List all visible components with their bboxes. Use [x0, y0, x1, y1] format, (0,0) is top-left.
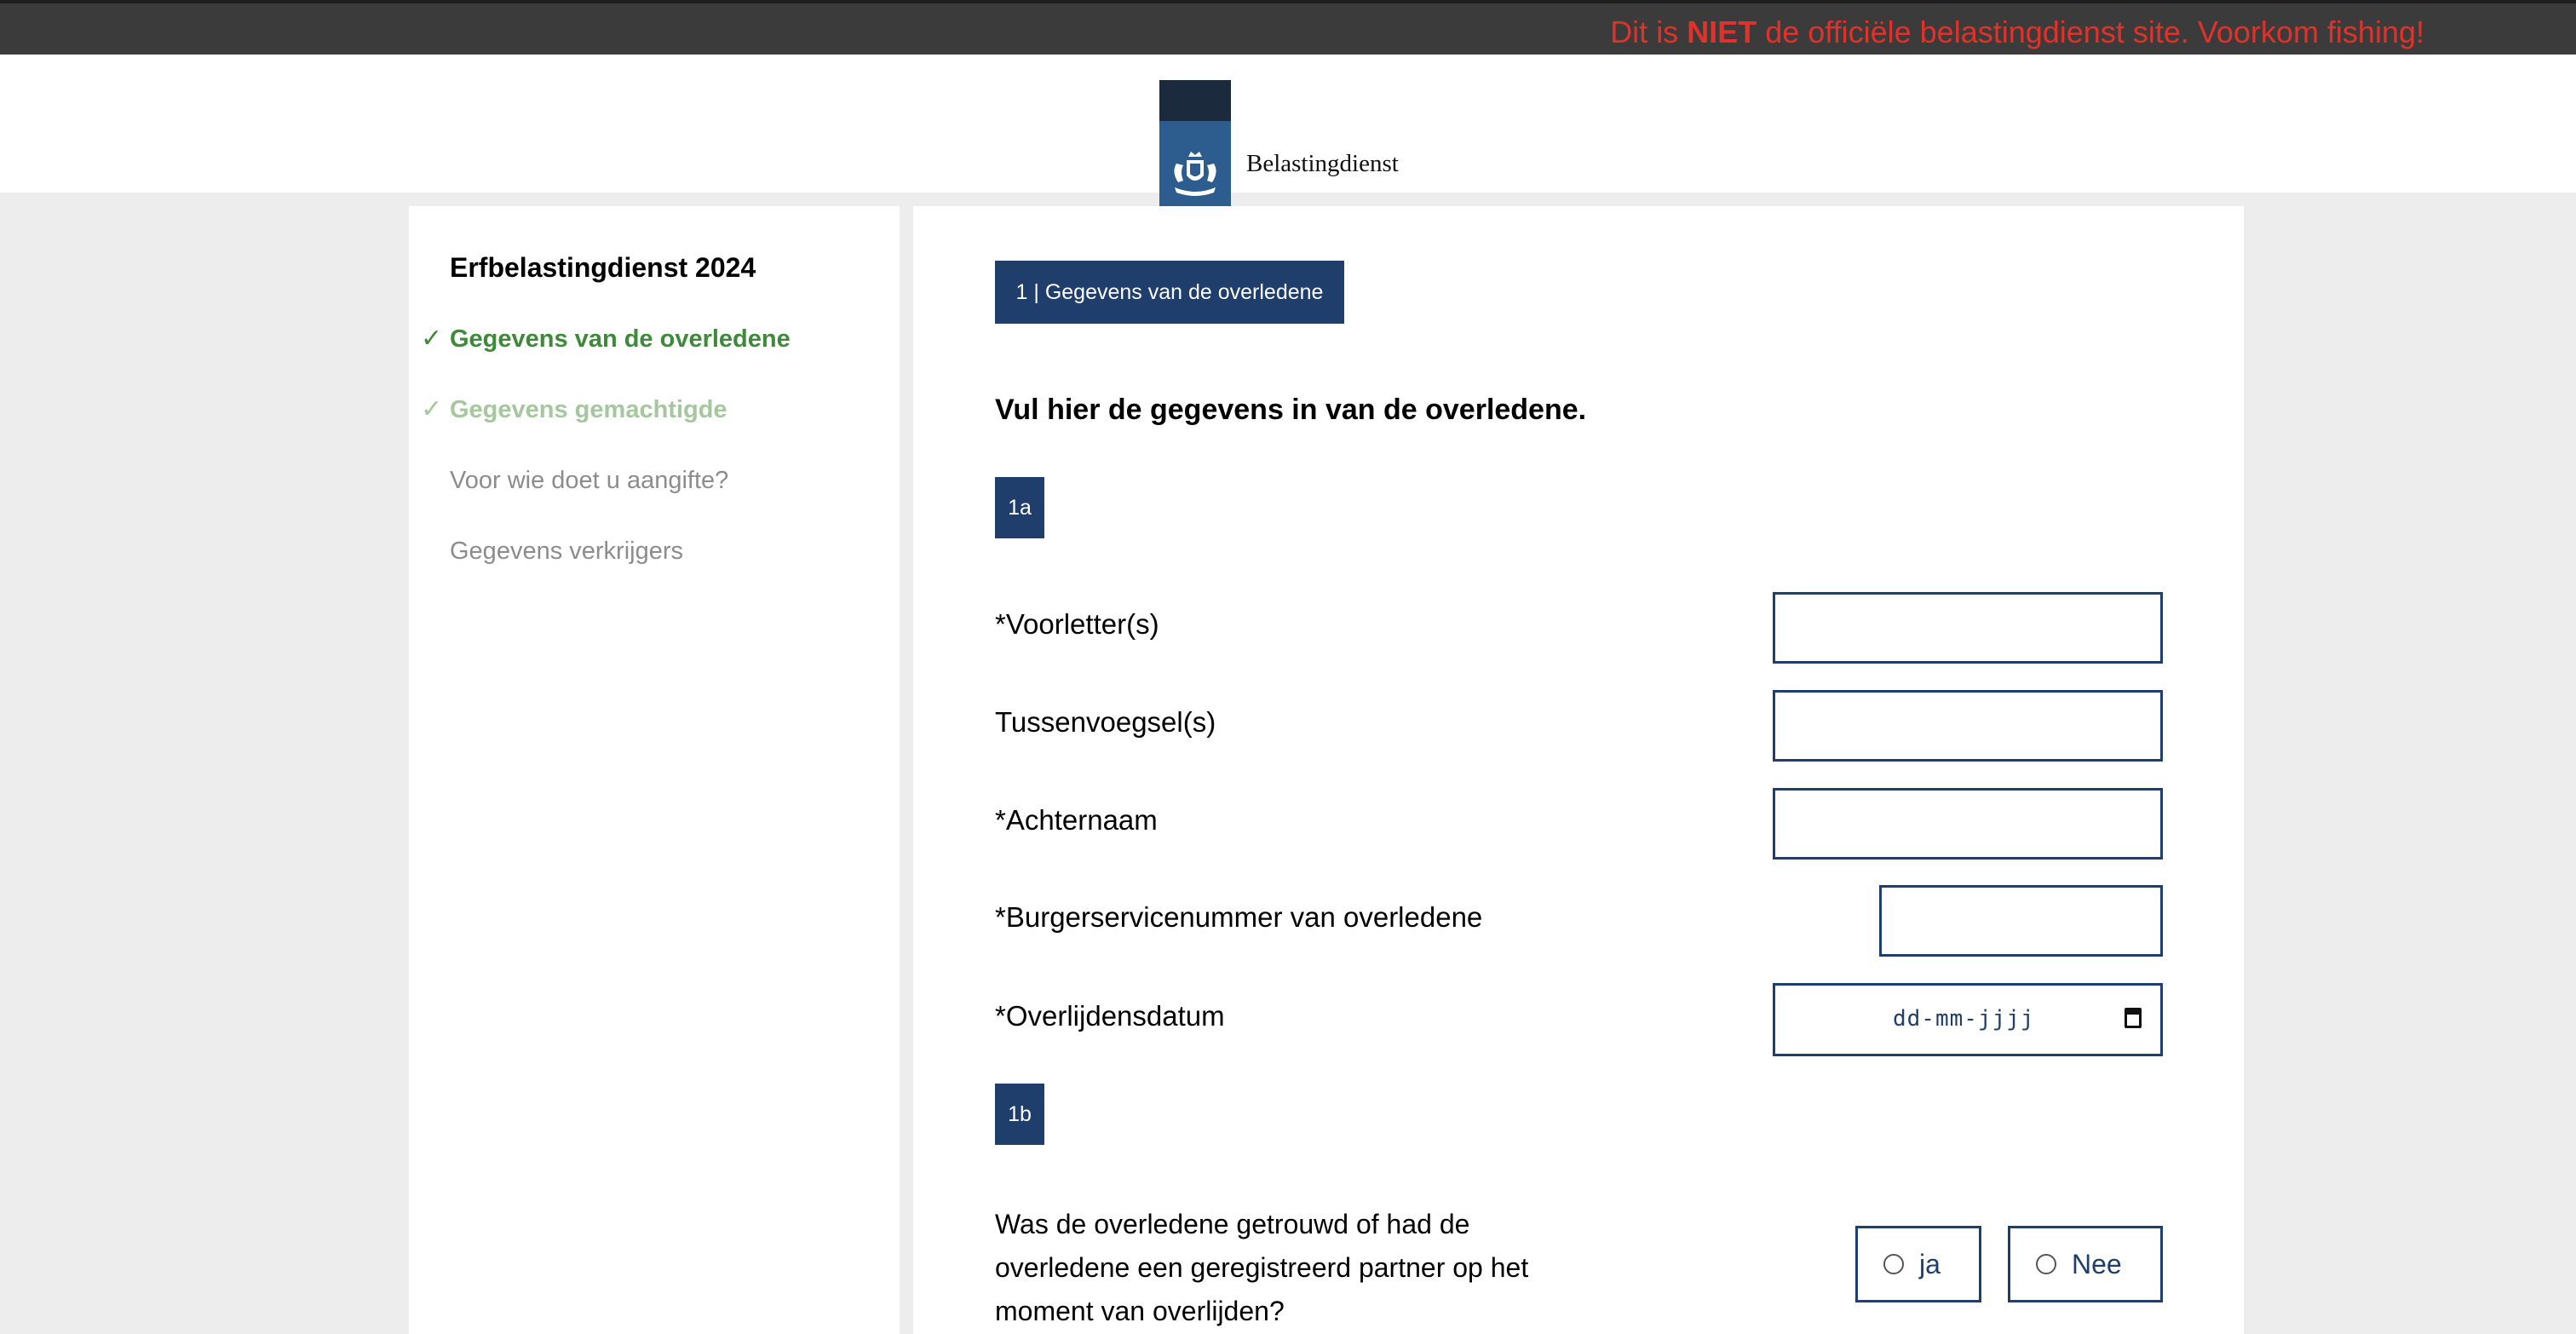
- death-date-input[interactable]: dd-mm-jjjj: [1773, 983, 2163, 1056]
- sidebar: Erfbelastingdienst 2024 ✓ Gegevens van d…: [409, 206, 900, 1334]
- step-gegevens-gemachtigde[interactable]: ✓ Gegevens gemachtigde: [421, 395, 727, 424]
- step-label: Voor wie doet u aangifte?: [450, 467, 729, 494]
- warning-bar: Dit is NIET de officiële belastingdienst…: [0, 0, 2576, 55]
- section-badge: 1 | Gegevens van de overledene: [995, 261, 1344, 324]
- step-gegevens-verkrijgers[interactable]: Gegevens verkrijgers: [450, 538, 683, 566]
- step-label: Gegevens verkrijgers: [450, 538, 683, 565]
- phishing-warning: Dit is NIET de officiële belastingdienst…: [1610, 14, 2424, 49]
- date-placeholder: dd-mm-jjjj: [1893, 1006, 2035, 1032]
- checkmark-icon: ✓: [421, 395, 443, 423]
- infix-input[interactable]: [1773, 690, 2163, 762]
- form-intro: Vul hier de gegevens in van de overleden…: [995, 394, 1587, 426]
- step-label: Gegevens gemachtigde: [450, 396, 727, 423]
- initials-input[interactable]: [1773, 592, 2163, 664]
- subsection-badge-1b: 1b: [995, 1084, 1044, 1145]
- married-question: Was de overledene getrouwd of had de ove…: [995, 1209, 1529, 1326]
- death-date-label: *Overlijdensdatum: [995, 1000, 1225, 1032]
- form-panel: 1 | Gegevens van de overledene Vul hier …: [913, 206, 2244, 1334]
- infix-label: Tussenvoegsel(s): [995, 706, 1216, 738]
- checkmark-icon: ✓: [421, 325, 443, 353]
- step-gegevens-overledene[interactable]: ✓ Gegevens van de overledene: [421, 325, 791, 354]
- logo-text: Belastingdienst: [1246, 150, 1399, 177]
- option-ja[interactable]: ja: [1855, 1226, 1981, 1302]
- warning-emphasis: NIET: [1687, 14, 1757, 49]
- logo[interactable]: [1159, 80, 1231, 223]
- surname-input[interactable]: [1773, 788, 2163, 860]
- surname-label: *Achternaam: [995, 804, 1158, 836]
- initials-label: *Voorletter(s): [995, 608, 1159, 640]
- bsn-label: *Burgerservicenummer van overledene: [995, 901, 1483, 933]
- subsection-badge-1a: 1a: [995, 477, 1044, 538]
- site-header: Belastingdienst: [0, 55, 2576, 223]
- option-label: ja: [1919, 1248, 1941, 1279]
- royal-coat-of-arms-icon: [1174, 152, 1216, 196]
- step-label: Gegevens van de overledene: [450, 325, 791, 353]
- option-nee[interactable]: Nee: [2008, 1226, 2163, 1302]
- radio-circle-icon[interactable]: [1883, 1254, 1904, 1274]
- option-label: Nee: [2072, 1248, 2122, 1279]
- step-voor-wie-aangifte[interactable]: Voor wie doet u aangifte?: [450, 467, 728, 495]
- bsn-input[interactable]: [1879, 885, 2163, 957]
- sidebar-title: Erfbelastingdienst 2024: [450, 252, 756, 283]
- calendar-icon[interactable]: [2125, 1008, 2142, 1028]
- radio-circle-icon[interactable]: [2036, 1254, 2056, 1274]
